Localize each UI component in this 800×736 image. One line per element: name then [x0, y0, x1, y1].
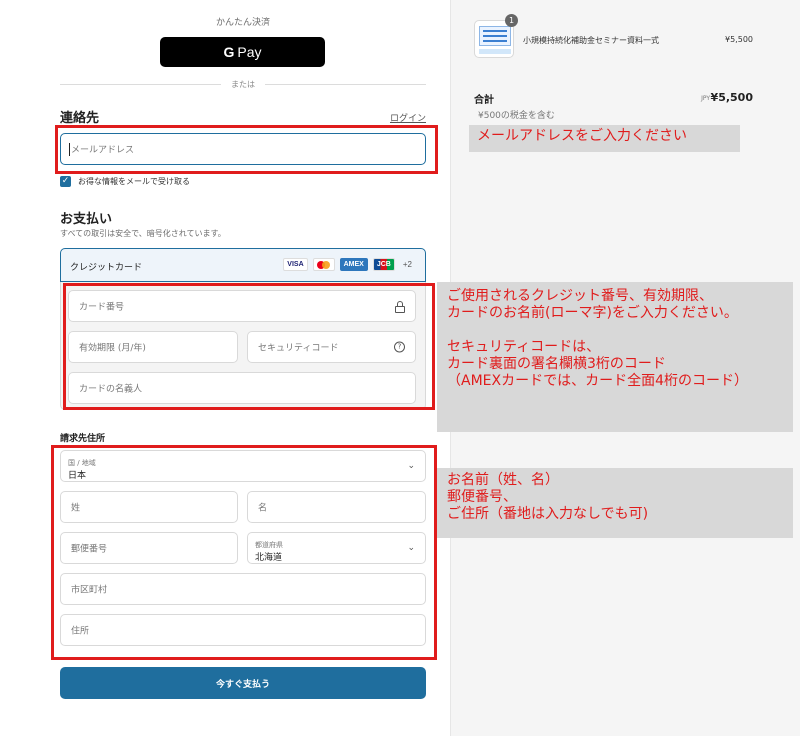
- express-checkout-label: かんたん決済: [215, 18, 270, 28]
- divider-line: [60, 83, 221, 85]
- payment-security-note: すべての取引は安全で、暗号化されています。: [60, 229, 226, 238]
- address-instruction-note: お名前（姓、名） 郵便番号、 ご住所（番地は入力なしでも可): [437, 468, 793, 538]
- google-g-icon: G: [223, 44, 235, 60]
- address-highlight-box: [51, 445, 437, 660]
- email-highlight-box: [55, 125, 438, 174]
- gpay-label: Pay: [237, 44, 262, 60]
- card-instruction-note: ご使用されるクレジット番号、有効期限、 カードのお名前(ローマ字)をご入力くださ…: [437, 282, 793, 432]
- more-brands-badge: +2: [402, 260, 412, 269]
- email-instruction-note: メールアドレスをご入力ください: [469, 125, 740, 152]
- credit-card-method[interactable]: クレジットカード VISA AMEX JCB +2: [60, 248, 426, 282]
- jcb-icon: JCB: [372, 258, 395, 271]
- total-value: ¥5,500: [710, 91, 753, 104]
- card-brand-list: VISA AMEX JCB +2: [283, 258, 415, 271]
- tax-note: ¥500の税金を含む: [478, 111, 555, 121]
- newsletter-option[interactable]: ✓ お得な情報をメールで受け取る: [60, 176, 190, 187]
- product-name: 小規模持続化補助金セミナー資料一式: [523, 36, 659, 45]
- visa-icon: VISA: [283, 258, 308, 271]
- newsletter-checkbox[interactable]: ✓: [60, 176, 71, 187]
- payment-heading: お支払い: [60, 212, 113, 227]
- newsletter-label: お得な情報をメールで受け取る: [78, 177, 190, 186]
- or-divider: または: [60, 78, 426, 90]
- amex-icon: AMEX: [339, 258, 368, 271]
- currency-code: JPY: [701, 95, 710, 102]
- google-pay-button[interactable]: G Pay: [160, 37, 325, 67]
- contact-heading: 連絡先: [60, 111, 100, 126]
- card-highlight-box: [63, 283, 435, 410]
- quantity-badge: 1: [505, 14, 518, 27]
- pay-now-button[interactable]: 今すぐ支払う: [60, 667, 426, 699]
- billing-heading: 請求先住所: [60, 434, 106, 444]
- login-link[interactable]: ログイン: [390, 111, 426, 124]
- credit-card-label: クレジットカード: [70, 263, 143, 273]
- mastercard-icon: [312, 258, 335, 271]
- total-label: 合計: [474, 95, 494, 106]
- or-divider-text: または: [231, 79, 255, 89]
- divider-line: [265, 83, 426, 85]
- product-price: ¥5,500: [725, 35, 753, 44]
